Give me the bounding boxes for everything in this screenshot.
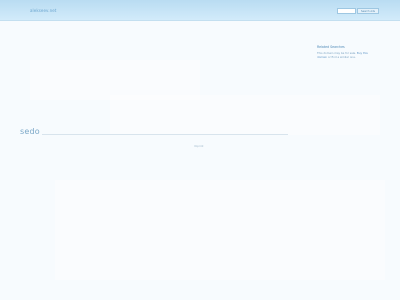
divider-line xyxy=(42,134,288,135)
related-text-after: or find a similar one. xyxy=(327,55,356,59)
footer-link[interactable]: Imprint xyxy=(194,145,203,148)
related-searches-title: Related Searches xyxy=(317,45,345,49)
background-panel xyxy=(55,180,385,280)
background-panel xyxy=(110,95,380,135)
search-input[interactable] xyxy=(337,8,356,14)
top-bar: alekseev.net Search Ads xyxy=(0,0,400,21)
brand-logo-text: sedo xyxy=(20,127,40,136)
related-searches-text: This domain may be for sale. Buy this do… xyxy=(317,51,377,59)
background-panel xyxy=(30,60,200,100)
domain-title: alekseev.net xyxy=(30,8,57,13)
search-button[interactable]: Search Ads xyxy=(357,8,379,14)
